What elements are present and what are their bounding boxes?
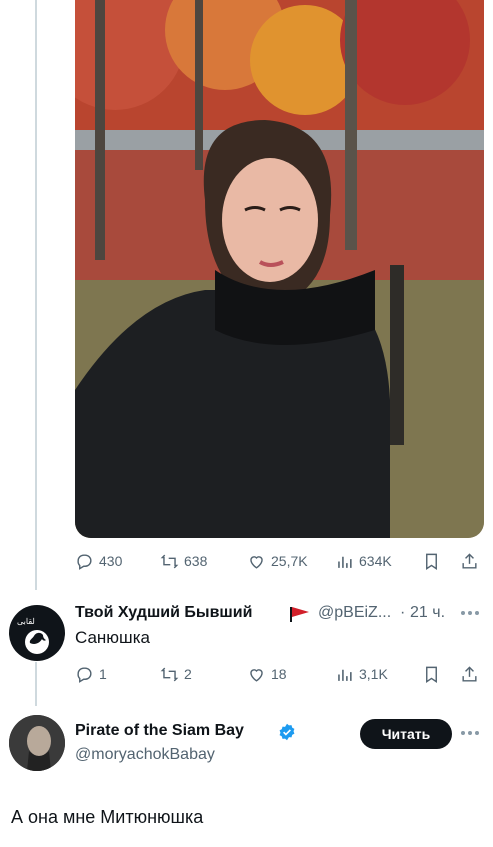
verified-badge-icon <box>279 723 295 741</box>
main-tweet-actions: 430 638 25,7K 634K <box>75 550 485 572</box>
profile-name[interactable]: Pirate of the Siam Bay <box>75 722 244 740</box>
more-options-button[interactable] <box>461 728 483 738</box>
bookmark-button[interactable] <box>422 663 441 685</box>
reply-icon <box>77 553 92 570</box>
reply-handle[interactable]: @pBEiZ... <box>318 604 391 622</box>
heart-icon <box>250 555 263 569</box>
avatar[interactable]: لقابی <box>9 605 65 661</box>
share-button[interactable] <box>460 550 479 572</box>
reply-button[interactable]: 1 <box>75 663 107 685</box>
views-icon <box>338 669 352 681</box>
views-icon <box>338 556 352 568</box>
share-icon <box>462 665 477 682</box>
views-count: 634K <box>359 553 392 569</box>
separator-dot: · <box>400 604 406 621</box>
bookmark-icon <box>426 666 437 683</box>
like-button[interactable]: 25,7K <box>247 550 308 572</box>
repost-icon <box>160 554 179 568</box>
reply-author-name[interactable]: Твой Худший Бывший <box>75 604 252 622</box>
reply-text: Санюшка <box>75 628 150 647</box>
avatar-label: لقابی <box>17 617 35 626</box>
profile-avatar[interactable] <box>9 715 65 771</box>
like-count: 18 <box>271 666 287 682</box>
tweet-photo[interactable] <box>75 0 484 538</box>
share-icon <box>462 552 477 569</box>
like-button[interactable]: 18 <box>247 663 287 685</box>
profile-photo <box>9 715 65 771</box>
repost-button[interactable]: 2 <box>160 663 192 685</box>
like-count: 25,7K <box>271 553 308 569</box>
repost-count: 638 <box>184 553 208 569</box>
views-count: 3,1K <box>359 666 388 682</box>
bookmark-button[interactable] <box>422 550 441 572</box>
repost-button[interactable]: 638 <box>160 550 207 572</box>
thread-line <box>35 662 37 706</box>
reply-timestamp[interactable]: 21 ч. <box>410 604 445 622</box>
reply-button[interactable]: 430 <box>75 550 122 572</box>
reply-count: 1 <box>99 666 107 682</box>
more-options-button[interactable] <box>461 608 483 618</box>
reply-icon <box>77 666 92 683</box>
follow-button[interactable]: Читать <box>360 719 452 749</box>
repost-icon <box>160 667 179 681</box>
views-button[interactable]: 634K <box>335 550 392 572</box>
flag-icon <box>290 607 309 622</box>
reply-count: 430 <box>99 553 123 569</box>
share-button[interactable] <box>460 663 479 685</box>
caption-text: А она мне Митюнюшка <box>11 807 204 827</box>
bookmark-icon <box>426 553 437 570</box>
heart-icon <box>250 668 263 682</box>
avatar-logo-icon <box>25 630 49 654</box>
repost-count: 2 <box>184 666 192 682</box>
thread-line <box>35 0 37 590</box>
reply-tweet-actions: 1 2 18 3,1K <box>75 663 485 685</box>
profile-handle[interactable]: @moryachokBabay <box>75 746 215 764</box>
views-button[interactable]: 3,1K <box>335 663 388 685</box>
